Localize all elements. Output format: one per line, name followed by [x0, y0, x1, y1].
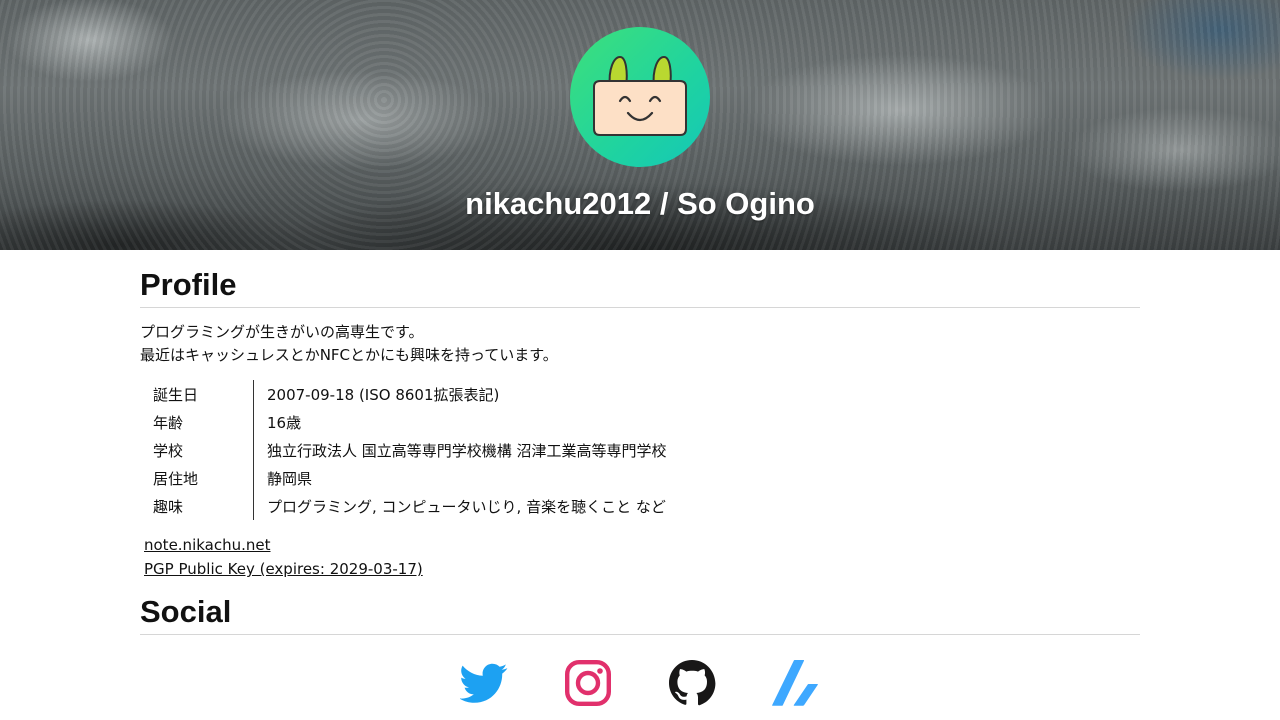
zenn-icon[interactable] [772, 659, 820, 707]
info-value-age: 16歳 [267, 413, 302, 432]
main-content: Profile プログラミングが生きがいの高専生です。 最近はキャッシュレスとか… [140, 250, 1140, 707]
table-row: 誕生日 2007-09-18 (ISO 8601拡張表記) [140, 380, 667, 408]
info-key-school: 学校 [140, 436, 254, 464]
info-key-hobby: 趣味 [140, 492, 254, 520]
pgp-key-link[interactable]: PGP Public Key (expires: 2029-03-17) [144, 557, 423, 581]
table-row: 学校 独立行政法人 国立高等専門学校機構 沼津工業高等専門学校 [140, 436, 667, 464]
social-section: Social [140, 581, 1140, 707]
profile-section: Profile プログラミングが生きがいの高専生です。 最近はキャッシュレスとか… [140, 250, 1140, 581]
info-key-age: 年齢 [140, 408, 254, 436]
avatar [570, 27, 710, 167]
intro-line: プログラミングが生きがいの高専生です。 [140, 323, 424, 341]
intro-line: 最近はキャッシュレスとかNFCとかにも興味を持っています。 [140, 346, 558, 364]
site-title: nikachu2012 / So Ogino [465, 186, 815, 221]
info-value-birthday: 2007-09-18 (ISO 8601拡張表記) [267, 385, 500, 404]
info-key-residence: 居住地 [140, 464, 254, 492]
github-icon[interactable] [668, 659, 716, 707]
info-value-residence: 静岡県 [267, 469, 313, 488]
instagram-icon[interactable] [564, 659, 612, 707]
profile-info-table: 誕生日 2007-09-18 (ISO 8601拡張表記) 年齢 16歳 学校 … [140, 380, 667, 520]
profile-heading: Profile [140, 250, 1140, 308]
profile-links: note.nikachu.net PGP Public Key (expires… [144, 533, 1140, 581]
table-row: 年齢 16歳 [140, 408, 667, 436]
profile-intro: プログラミングが生きがいの高専生です。 最近はキャッシュレスとかNFCとかにも興… [140, 321, 1140, 367]
info-value-school: 独立行政法人 国立高等専門学校機構 沼津工業高等専門学校 [267, 441, 667, 460]
social-heading: Social [140, 581, 1140, 635]
table-row: 居住地 静岡県 [140, 464, 667, 492]
smiling-box-icon [593, 55, 687, 136]
info-value-hobby: プログラミング, コンピュータいじり, 音楽を聴くこと など [267, 497, 666, 516]
header-banner: nikachu2012 / So Ogino [0, 0, 1280, 250]
twitter-icon[interactable] [459, 659, 508, 707]
social-icon-list [140, 659, 1140, 707]
info-key-birthday: 誕生日 [140, 380, 254, 408]
table-row: 趣味 プログラミング, コンピュータいじり, 音楽を聴くこと など [140, 492, 667, 520]
note-link[interactable]: note.nikachu.net [144, 533, 271, 557]
